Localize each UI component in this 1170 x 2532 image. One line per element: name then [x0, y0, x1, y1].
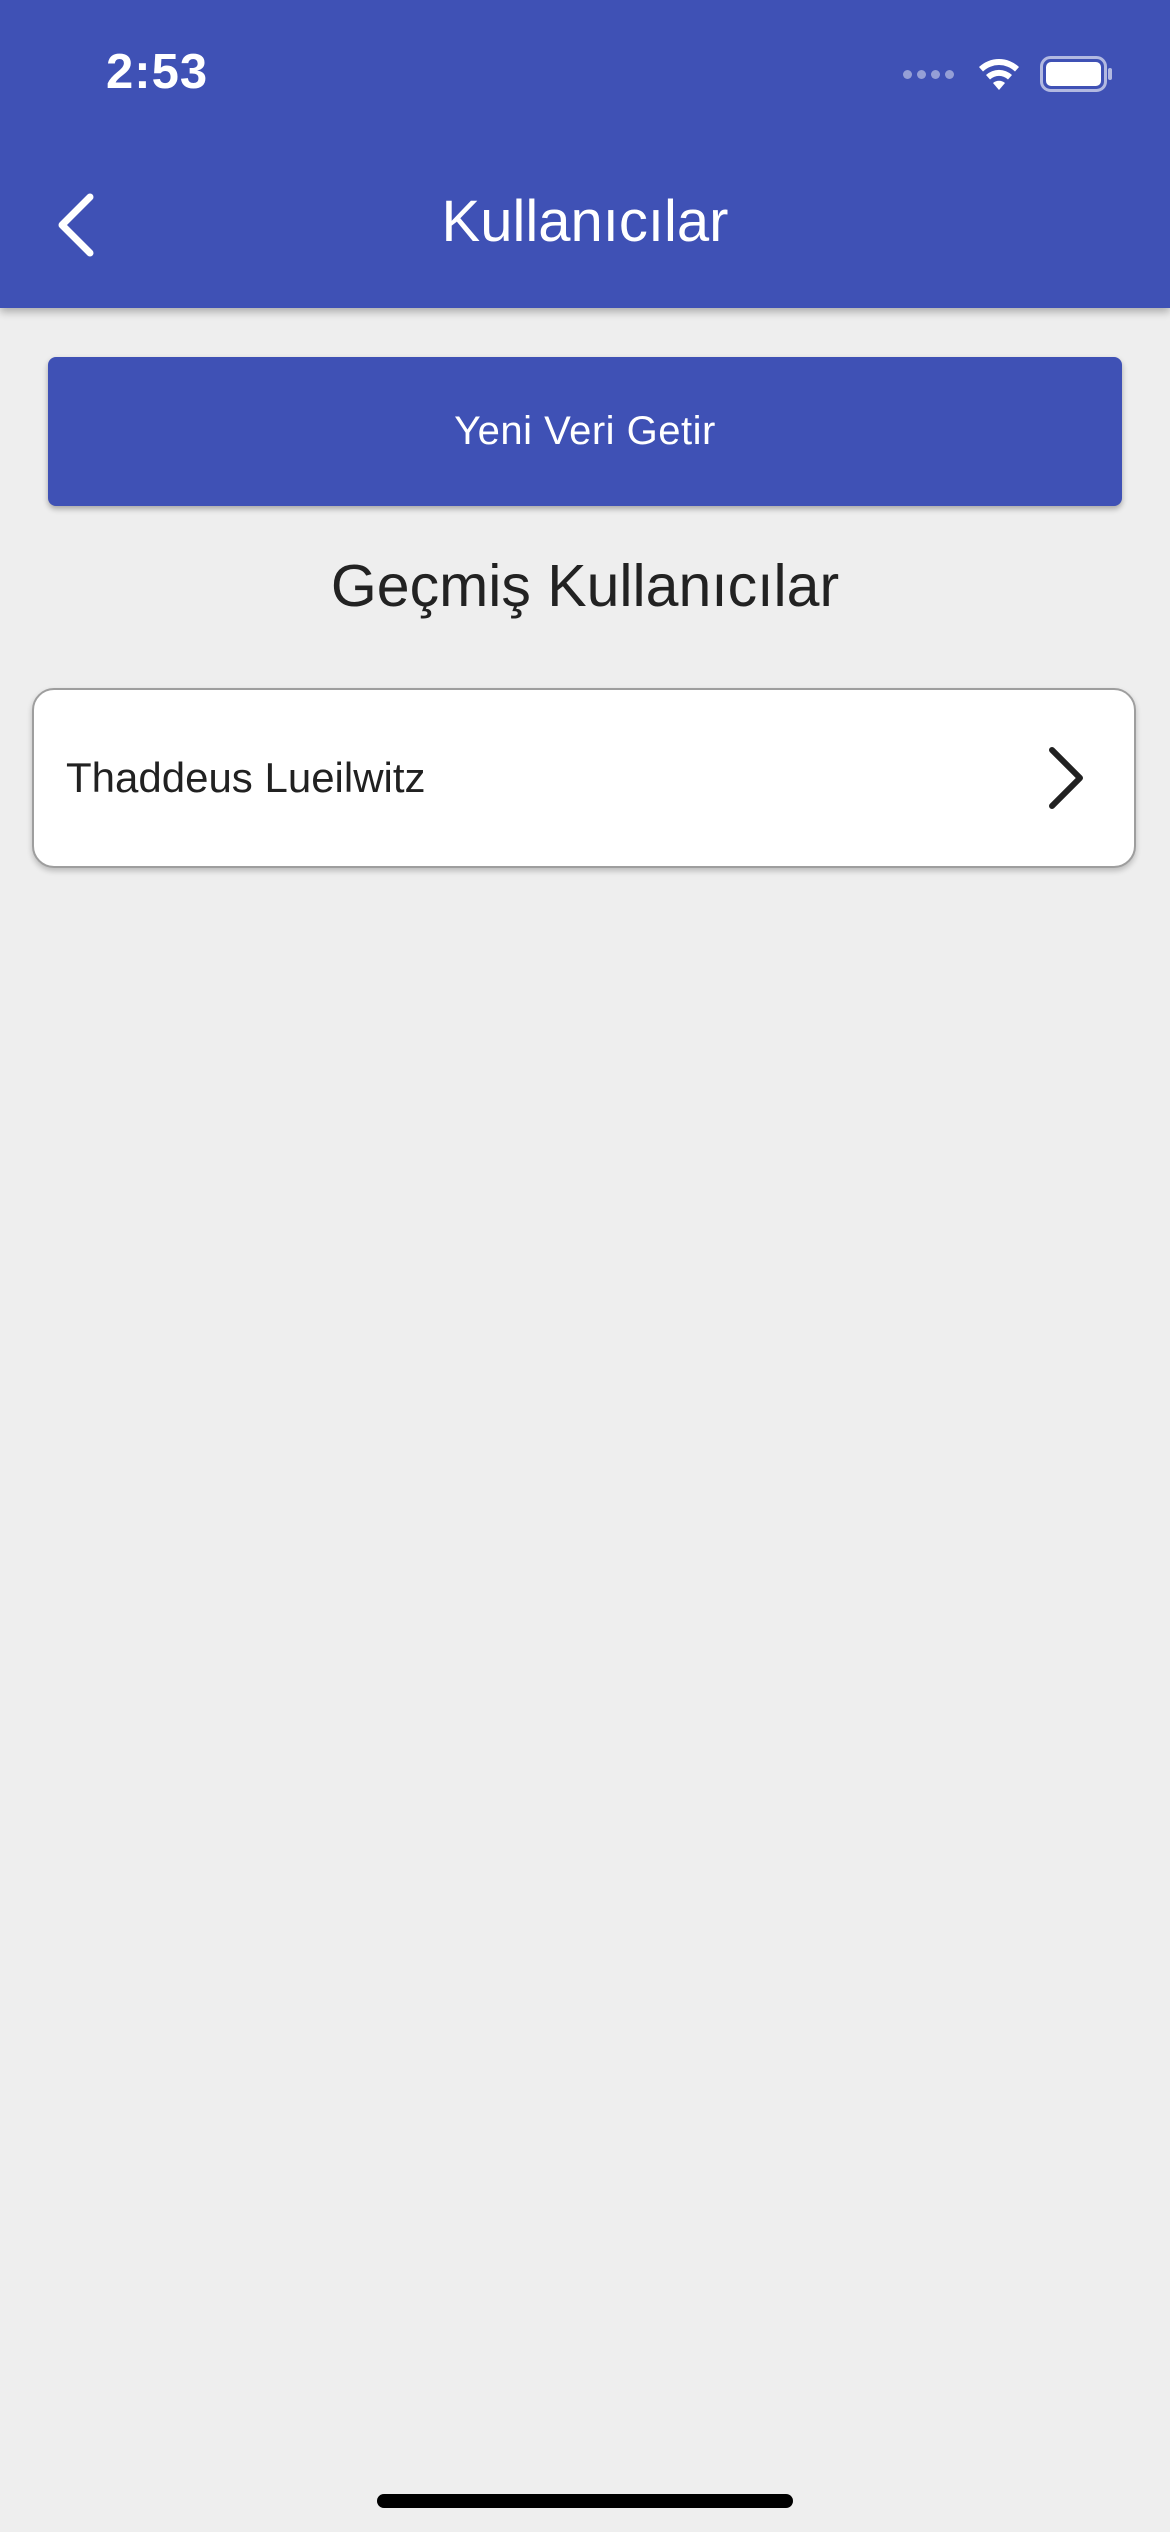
user-name: Thaddeus Lueilwitz: [66, 754, 426, 801]
user-list-item[interactable]: Thaddeus Lueilwitz: [32, 688, 1136, 868]
home-indicator: [377, 2494, 793, 2508]
chevron-right-icon: [1049, 747, 1083, 809]
page-title: Kullanıcılar: [441, 189, 729, 254]
status-time: 2:53: [106, 45, 209, 99]
status-icons: [903, 52, 1114, 96]
app-bar: 2:53 Kullanıcılar: [0, 0, 1170, 308]
battery-icon: [1040, 56, 1112, 92]
history-section-title: Geçmiş Kullanıcılar: [330, 553, 840, 619]
fetch-new-data-button[interactable]: Yeni Veri Getir: [48, 357, 1122, 506]
wifi-icon: [979, 59, 1019, 90]
cellular-signal-icon: [903, 69, 954, 79]
